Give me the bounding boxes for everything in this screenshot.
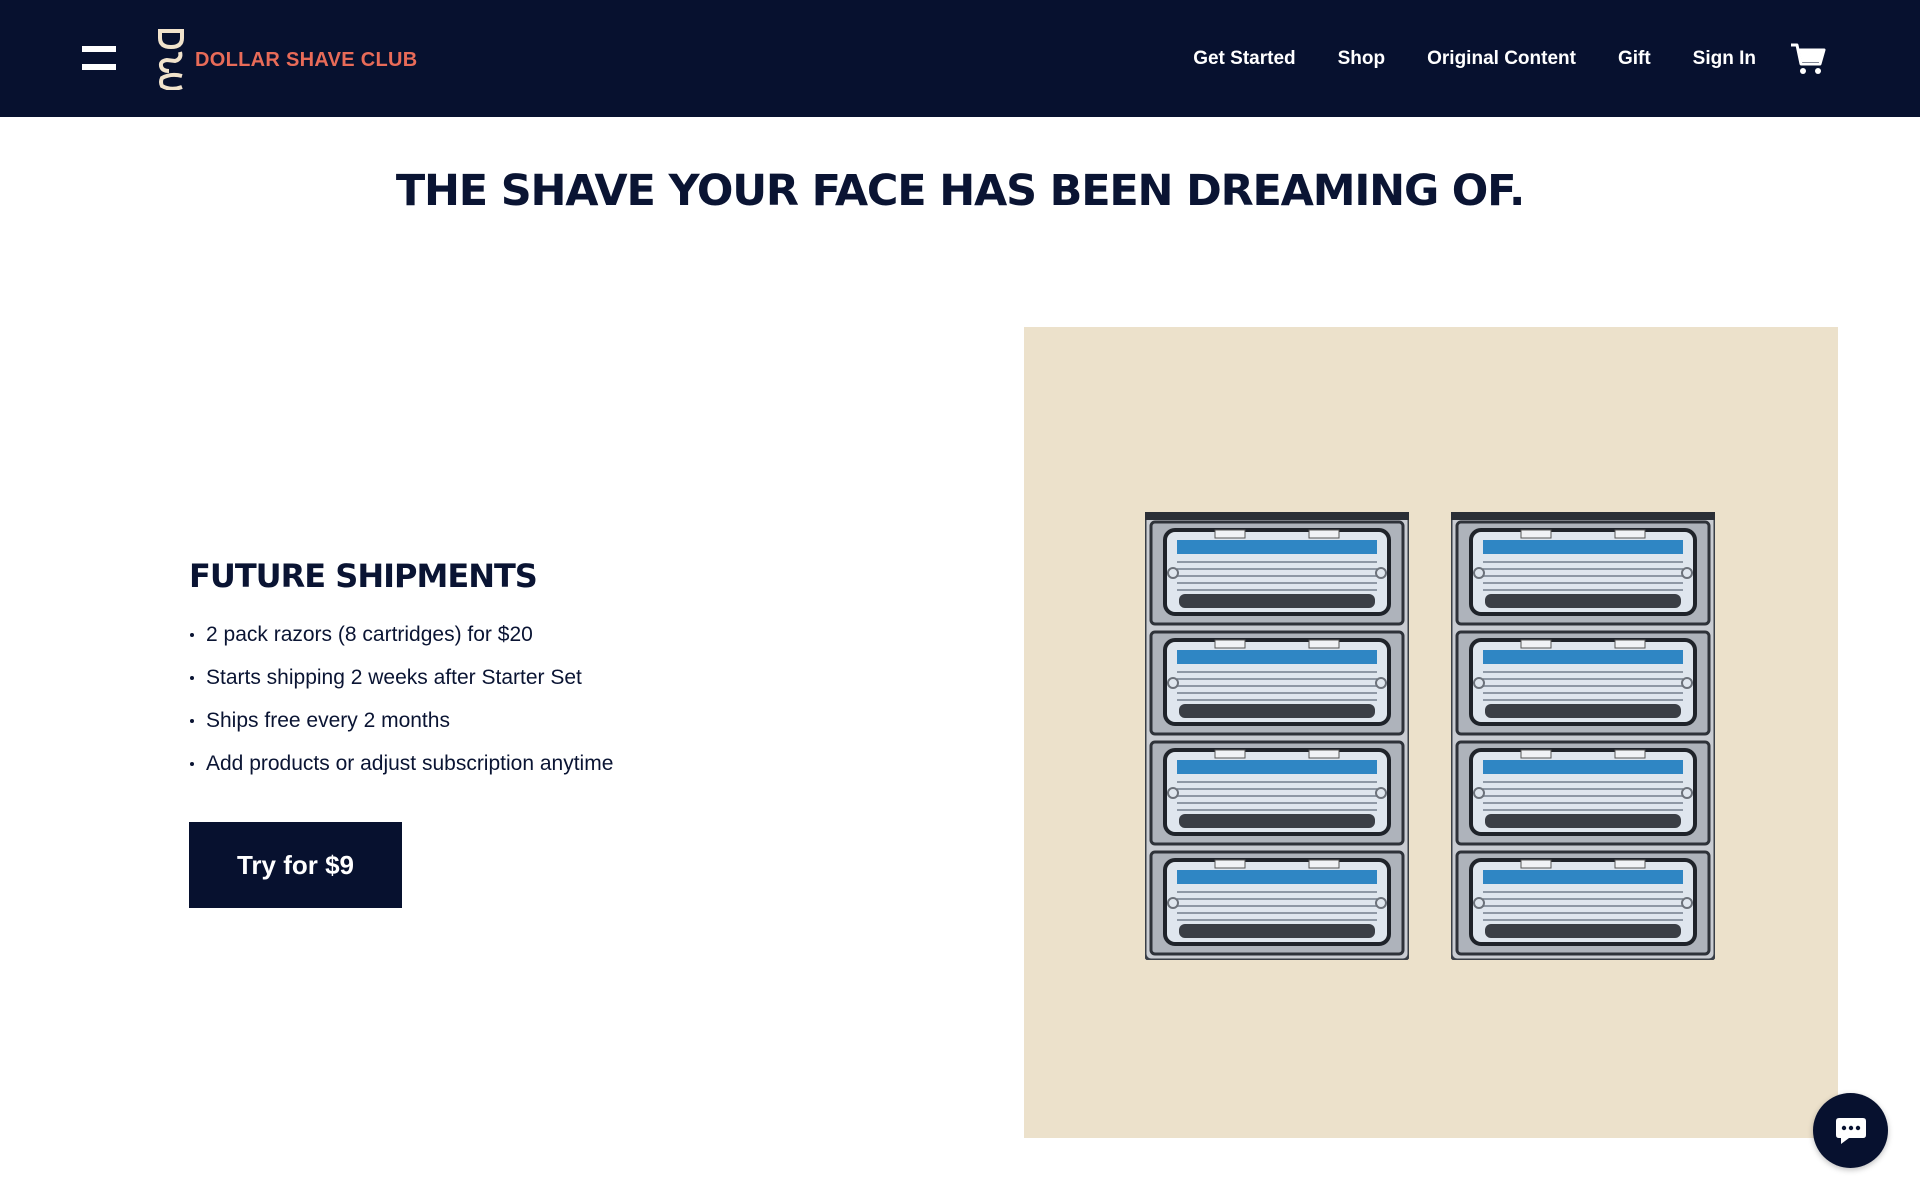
nav-original-content[interactable]: Original Content (1427, 48, 1576, 70)
cartridge (1455, 740, 1711, 846)
dsc-logo-icon (158, 29, 184, 90)
nav-gift[interactable]: Gift (1618, 48, 1651, 70)
razor-cartridge-pack (1451, 512, 1715, 960)
feature-list: 2 pack razors (8 cartridges) for $20 Sta… (189, 620, 613, 792)
list-item: Ships free every 2 months (189, 706, 613, 749)
cartridge (1455, 520, 1711, 626)
cartridge (1149, 520, 1405, 626)
page-headline: THE SHAVE YOUR FACE HAS BEEN DREAMING OF… (395, 166, 1526, 216)
chat-button[interactable] (1813, 1093, 1888, 1168)
cartridge (1149, 850, 1405, 956)
razor-cartridge-pack (1145, 512, 1409, 960)
nav-get-started[interactable]: Get Started (1193, 48, 1295, 70)
logo-wordmark: DOLLAR SHAVE CLUB (195, 48, 418, 71)
chat-bubble-icon (1835, 1117, 1866, 1144)
list-item: Add products or adjust subscription anyt… (189, 749, 613, 792)
cart-icon[interactable] (1790, 42, 1826, 76)
list-item: Starts shipping 2 weeks after Starter Se… (189, 663, 613, 706)
product-image (1024, 327, 1838, 1138)
section-title: FUTURE SHIPMENTS (189, 557, 538, 595)
nav-shop[interactable]: Shop (1338, 48, 1386, 70)
cartridge (1149, 630, 1405, 736)
list-item: 2 pack razors (8 cartridges) for $20 (189, 620, 613, 663)
cartridge (1149, 740, 1405, 846)
try-for-button[interactable]: Try for $9 (189, 822, 402, 908)
nav-sign-in[interactable]: Sign In (1693, 48, 1756, 70)
main-nav: Get Started Shop Original Content Gift S… (1193, 0, 1756, 117)
cartridge (1455, 630, 1711, 736)
hamburger-menu-icon[interactable] (82, 46, 116, 70)
site-header: DOLLAR SHAVE CLUB Get Started Shop Origi… (0, 0, 1920, 117)
cartridge (1455, 850, 1711, 956)
site-logo[interactable]: DOLLAR SHAVE CLUB (157, 28, 418, 90)
